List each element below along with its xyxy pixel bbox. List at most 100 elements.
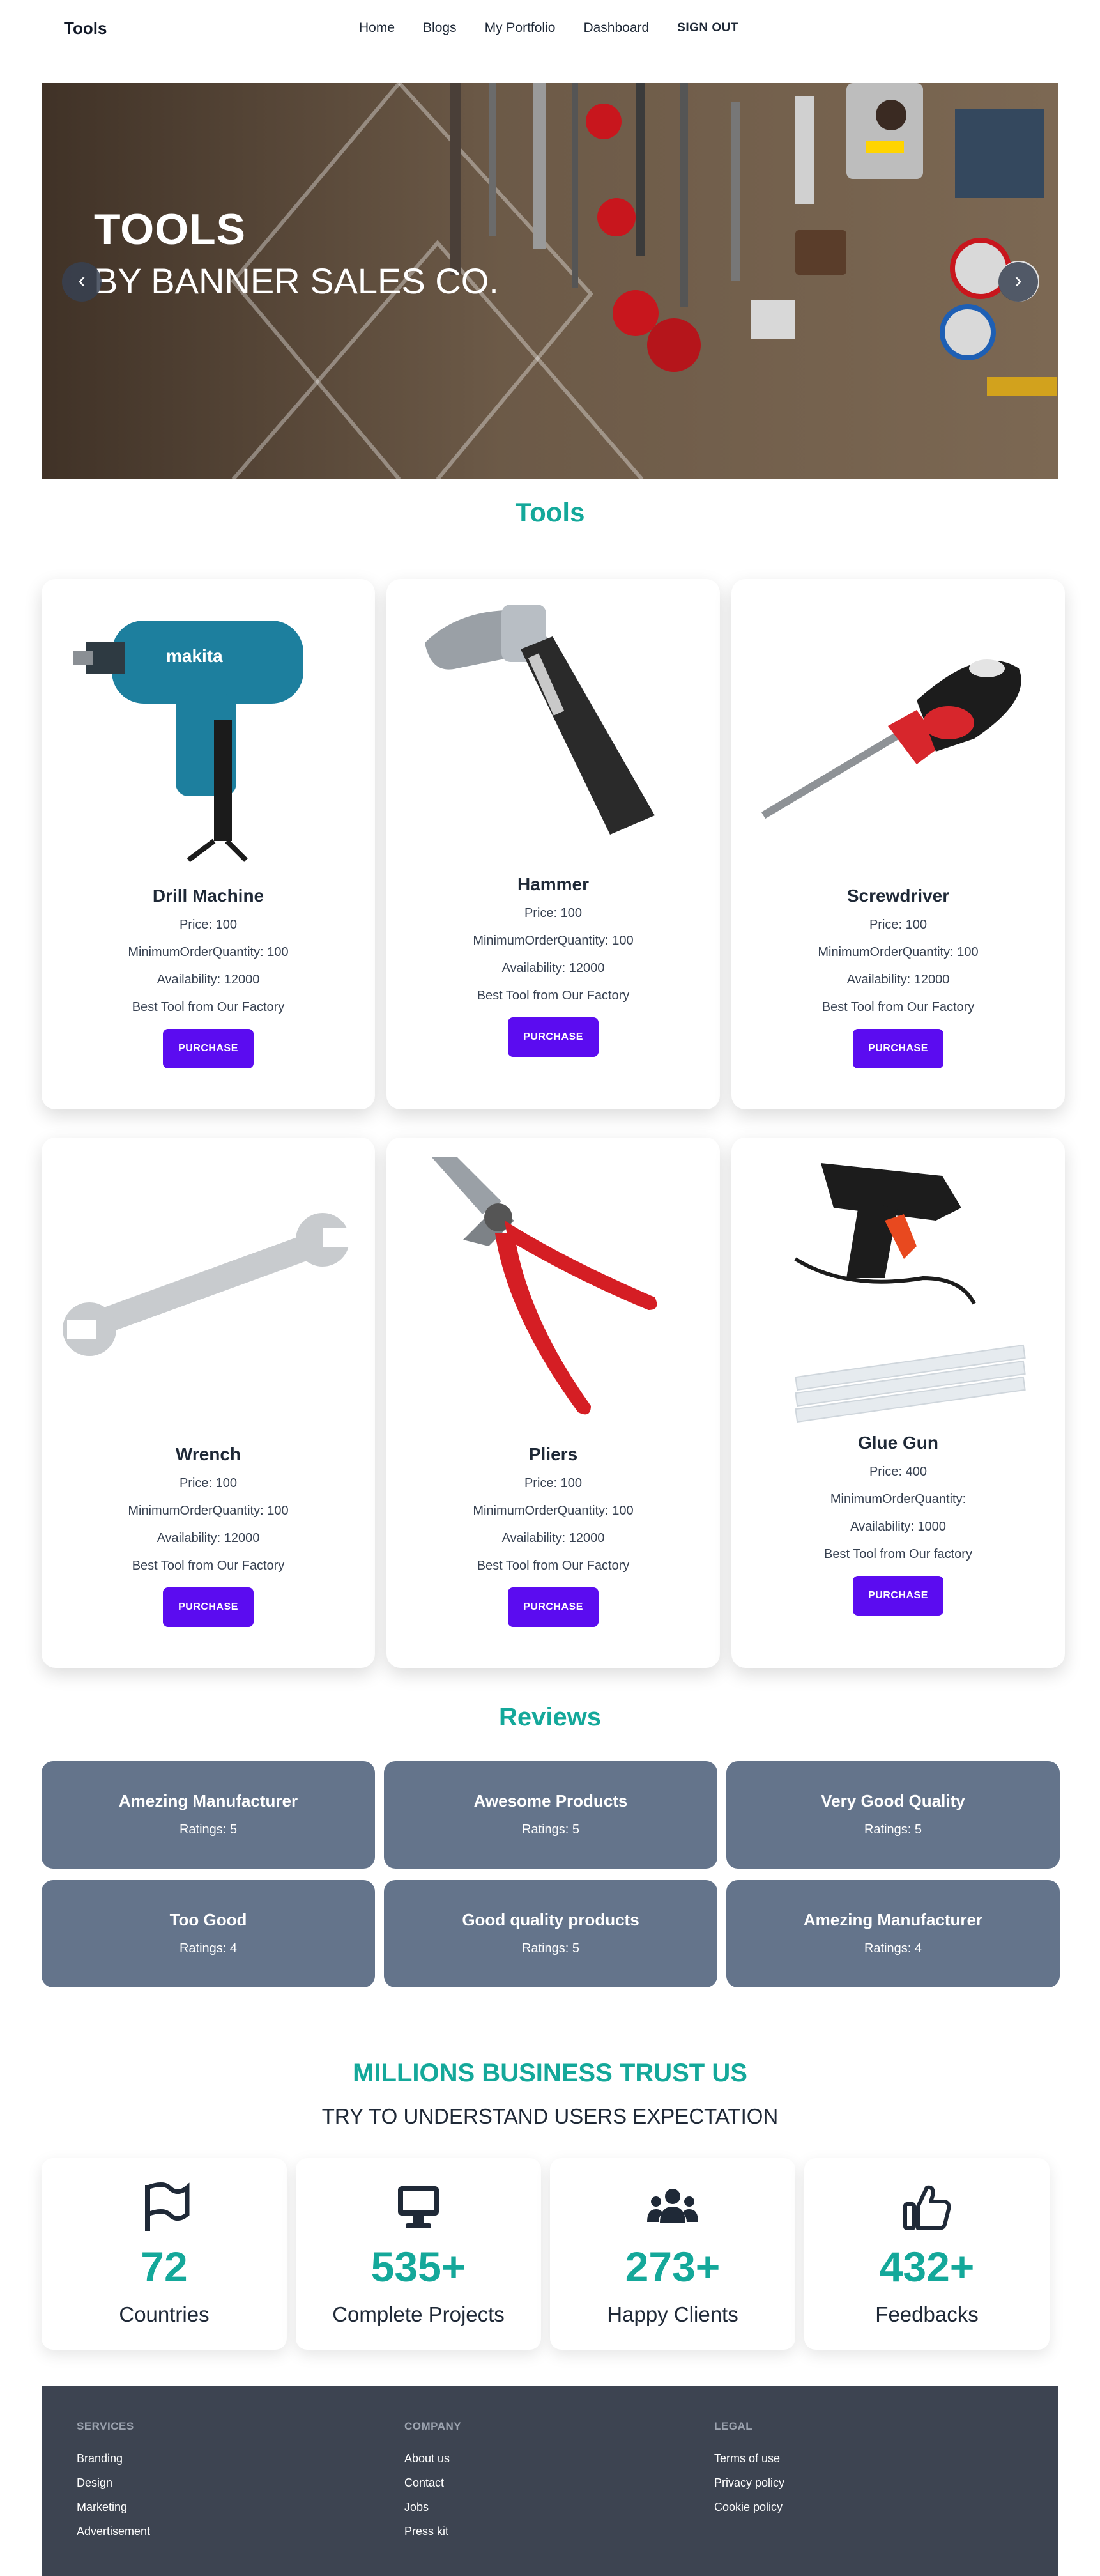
product-availability: Availability: 1000 — [850, 1520, 946, 1534]
product-availability: Availability: 12000 — [501, 961, 605, 975]
review-card: Amezing Manufacturer Ratings: 4 — [726, 1880, 1060, 1987]
wrench-image — [63, 1213, 355, 1356]
sign-out-button[interactable]: SIGN OUT — [677, 21, 738, 35]
product-moq: MinimumOrderQuantity: 100 — [473, 934, 634, 948]
footer-link[interactable]: About us — [404, 2452, 461, 2465]
purchase-button[interactable]: PURCHASE — [853, 1029, 943, 1068]
product-moq: MinimumOrderQuantity: 100 — [818, 945, 979, 959]
product-name: Pliers — [528, 1444, 578, 1464]
purchase-button[interactable]: PURCHASE — [853, 1576, 943, 1616]
carousel-next-button[interactable]: › — [998, 262, 1038, 302]
thumbs-up-icon — [903, 2185, 951, 2230]
brand-logo[interactable]: Tools — [64, 19, 107, 38]
nav-link-blogs[interactable]: Blogs — [423, 20, 457, 36]
product-availability: Availability: 12000 — [846, 973, 950, 987]
product-price: Price: 100 — [179, 918, 238, 932]
tools-section-title: Tools — [515, 497, 585, 527]
product-price: Price: 100 — [524, 906, 583, 920]
product-price: Price: 400 — [869, 1465, 928, 1479]
purchase-button[interactable]: PURCHASE — [508, 1587, 599, 1627]
footer: SERVICES Branding Design Marketing Adver… — [42, 2386, 1058, 2576]
review-rating: Ratings: 5 — [521, 1941, 580, 1955]
nav-link-dashboard[interactable]: Dashboard — [583, 20, 649, 36]
review-rating: Ratings: 5 — [521, 1823, 580, 1837]
product-name: Drill Machine — [152, 886, 264, 906]
product-name: Glue Gun — [858, 1433, 938, 1453]
hero-title: TOOLS — [94, 205, 246, 254]
review-title: Amezing Manufacturer — [118, 1791, 298, 1810]
reviews-section-title: Reviews — [498, 1703, 602, 1731]
product-description: Best Tool from Our Factory — [132, 1000, 285, 1014]
product-description: Best Tool from Our Factory — [132, 1559, 285, 1573]
footer-link[interactable]: Press kit — [404, 2525, 461, 2538]
footer-services-column: SERVICES Branding Design Marketing Adver… — [77, 2420, 150, 2549]
pliers-image — [431, 1157, 657, 1415]
purchase-button[interactable]: PURCHASE — [163, 1587, 254, 1627]
footer-link[interactable]: Marketing — [77, 2501, 150, 2514]
review-title: Very Good Quality — [821, 1791, 965, 1810]
review-title: Amezing Manufacturer — [803, 1910, 983, 1929]
footer-link[interactable]: Privacy policy — [714, 2476, 784, 2490]
top-navbar: Tools Home Blogs My Portfolio Dashboard … — [0, 0, 1100, 58]
footer-link[interactable]: Advertisement — [77, 2525, 150, 2538]
carousel-prev-button[interactable]: ‹ — [62, 262, 102, 302]
product-name: Screwdriver — [846, 886, 950, 906]
stat-value: 432+ — [879, 2243, 975, 2290]
desktop-icon — [398, 2186, 439, 2228]
product-name: Hammer — [517, 874, 590, 894]
stat-card-feedbacks: 432+ Feedbacks — [804, 2158, 1050, 2350]
review-card: Very Good Quality Ratings: 5 — [726, 1761, 1060, 1869]
product-card-drill: makita Drill Machine Price: 100 MinimumO… — [42, 579, 375, 1109]
product-description: Best Tool from Our factory — [824, 1547, 972, 1561]
product-description: Best Tool from Our Factory — [477, 1559, 630, 1573]
footer-legal-column: LEGAL Terms of use Privacy policy Cookie… — [714, 2420, 784, 2525]
nav-link-portfolio[interactable]: My Portfolio — [485, 20, 556, 36]
product-price: Price: 100 — [869, 918, 928, 932]
footer-link[interactable]: Jobs — [404, 2501, 461, 2514]
footer-link[interactable]: Cookie policy — [714, 2501, 784, 2514]
trust-subtitle: TRY TO UNDERSTAND USERS EXPECTATION — [321, 2104, 779, 2128]
product-moq: MinimumOrderQuantity: 100 — [128, 945, 289, 959]
footer-link[interactable]: Contact — [404, 2476, 461, 2490]
stat-card-countries: 72 Countries — [42, 2158, 287, 2350]
product-availability: Availability: 12000 — [157, 1531, 260, 1545]
review-card: Good quality products Ratings: 5 — [384, 1880, 717, 1987]
stat-label: Countries — [119, 2302, 210, 2326]
flag-icon — [145, 2182, 190, 2231]
product-name: Wrench — [175, 1444, 241, 1464]
product-moq: MinimumOrderQuantity: 100 — [473, 1504, 634, 1518]
review-title: Good quality products — [462, 1910, 639, 1929]
review-card: Too Good Ratings: 4 — [42, 1880, 375, 1987]
purchase-button[interactable]: PURCHASE — [163, 1029, 254, 1068]
svg-text:makita: makita — [166, 646, 223, 666]
trust-title: MILLIONS BUSINESS TRUST US — [353, 2059, 747, 2087]
product-price: Price: 100 — [179, 1476, 238, 1490]
product-card-glue-gun: Glue Gun Price: 400 MinimumOrderQuantity… — [731, 1138, 1065, 1668]
product-price: Price: 100 — [524, 1476, 583, 1490]
footer-link[interactable]: Branding — [77, 2452, 150, 2465]
product-card-hammer: Hammer Price: 100 MinimumOrderQuantity: … — [386, 579, 720, 1109]
product-card-pliers: Pliers Price: 100 MinimumOrderQuantity: … — [386, 1138, 720, 1668]
nav-link-home[interactable]: Home — [359, 20, 395, 36]
screwdriver-image — [761, 659, 1021, 819]
footer-link[interactable]: Terms of use — [714, 2452, 784, 2465]
nav-links: Home Blogs My Portfolio Dashboard SIGN O… — [359, 20, 738, 36]
stat-card-clients: 273+ Happy Clients — [550, 2158, 795, 2350]
stat-value: 535+ — [370, 2243, 466, 2290]
hammer-image — [425, 605, 655, 835]
stat-label: Feedbacks — [875, 2302, 979, 2326]
product-availability: Availability: 12000 — [501, 1531, 605, 1545]
footer-heading: SERVICES — [77, 2420, 134, 2432]
product-card-wrench: Wrench Price: 100 MinimumOrderQuantity: … — [42, 1138, 375, 1668]
product-availability: Availability: 12000 — [157, 973, 260, 987]
review-card: Awesome Products Ratings: 5 — [384, 1761, 717, 1869]
stat-label: Complete Projects — [332, 2302, 505, 2326]
review-rating: Ratings: 5 — [864, 1823, 922, 1837]
product-moq: MinimumOrderQuantity: — [830, 1492, 966, 1506]
hero-carousel: TOOLS BY BANNER SALES CO. ‹ › — [42, 83, 1058, 479]
footer-heading: COMPANY — [404, 2420, 462, 2432]
product-moq: MinimumOrderQuantity: 100 — [128, 1504, 289, 1518]
stat-value: 72 — [141, 2243, 188, 2290]
footer-link[interactable]: Design — [77, 2476, 150, 2490]
purchase-button[interactable]: PURCHASE — [508, 1017, 599, 1057]
